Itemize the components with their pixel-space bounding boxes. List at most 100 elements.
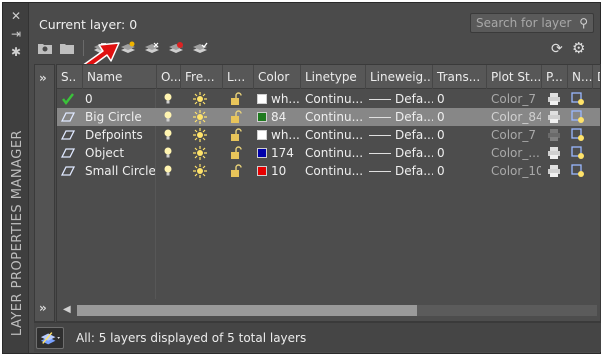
plot-style-value: Color_... <box>491 146 540 160</box>
printer-icon[interactable] <box>547 110 561 124</box>
lineweight-value[interactable]: Defa... <box>395 90 433 108</box>
set-current-icon[interactable] <box>192 41 208 55</box>
layer-name[interactable]: Small Circles <box>85 162 155 180</box>
sun-thawed-icon[interactable] <box>193 164 207 178</box>
unlocked-padlock-icon[interactable] <box>229 146 243 160</box>
color-swatch[interactable] <box>257 130 267 140</box>
layer-status-icon <box>60 164 76 178</box>
linetype-value[interactable]: Continu... <box>305 90 365 108</box>
unlocked-padlock-icon[interactable] <box>229 110 243 124</box>
refresh-icon[interactable]: ⟳ <box>551 41 563 57</box>
lineweight-value[interactable]: Defa... <box>395 126 433 144</box>
layer-row[interactable]: Small Circles 10 Continu... Defa... 0 Co… <box>57 162 600 180</box>
lightbulb-on-icon[interactable] <box>161 110 175 124</box>
expand-filter-chevron-icon[interactable]: » <box>39 71 47 85</box>
column-lineweight[interactable]: Lineweig... <box>366 65 433 89</box>
transparency-value[interactable]: 0 <box>437 108 477 126</box>
linetype-value[interactable]: Continu... <box>305 126 365 144</box>
layer-name[interactable]: Object <box>85 144 155 162</box>
transparency-value[interactable]: 0 <box>437 162 477 180</box>
color-swatch[interactable] <box>257 112 267 122</box>
printer-icon[interactable] <box>547 164 561 178</box>
new-vp-freeze-icon[interactable] <box>571 110 585 124</box>
column-on[interactable]: O... <box>157 65 181 89</box>
new-property-filter-icon[interactable] <box>37 41 53 55</box>
delete-layer-icon[interactable] <box>168 41 184 55</box>
search-input[interactable]: Search for layer ⚲ <box>470 13 594 33</box>
horizontal-scrollbar[interactable]: ◀ <box>57 299 600 321</box>
color-name: 84 <box>271 110 287 124</box>
lineweight-sample <box>369 153 391 154</box>
unlocked-padlock-icon[interactable] <box>229 92 243 106</box>
printer-icon[interactable] <box>547 146 561 160</box>
column-linetype[interactable]: Linetype <box>301 65 366 89</box>
palette-title-bar[interactable]: ✕ ⇥ ✱ LAYER PROPERTIES MANAGER <box>3 3 29 353</box>
plot-style-value: Color_7 <box>491 92 536 106</box>
column-freeze[interactable]: Fre... <box>181 65 223 89</box>
layer-row[interactable]: 0 wh... Continu... Defa... 0 Color_7 <box>57 90 600 108</box>
color-name: wh... <box>271 128 300 142</box>
scrollbar-thumb[interactable] <box>77 305 417 316</box>
settings-gear-icon[interactable]: ⚙ <box>572 39 585 57</box>
layer-list-grid: S.. Name O... Fre... L... Color Linetype… <box>56 64 601 322</box>
new-vp-freeze-icon[interactable] <box>571 128 585 142</box>
color-swatch[interactable] <box>257 148 267 158</box>
sun-thawed-icon[interactable] <box>193 110 207 124</box>
layer-name[interactable]: Defpoints <box>85 126 155 144</box>
scroll-left-arrow-icon[interactable]: ◀ <box>63 304 71 315</box>
expand-filter-chevron-bottom-icon[interactable]: » <box>39 301 47 315</box>
filter-tree-pane: » » <box>34 64 55 322</box>
properties-icon[interactable]: ✱ <box>9 45 23 59</box>
sun-thawed-icon[interactable] <box>193 92 207 106</box>
color-swatch[interactable] <box>257 166 267 176</box>
auto-hide-icon[interactable]: ⇥ <box>9 27 23 41</box>
transparency-value[interactable]: 0 <box>437 90 477 108</box>
printer-icon[interactable] <box>547 92 561 106</box>
lineweight-sample <box>369 99 391 100</box>
lightbulb-on-icon[interactable] <box>161 146 175 160</box>
layer-status-icon <box>60 146 76 160</box>
column-new-vp-freeze[interactable]: N... <box>568 65 593 89</box>
color-name: 10 <box>271 164 287 178</box>
column-name[interactable]: Name <box>83 65 157 89</box>
invert-filter-button[interactable] <box>36 327 64 349</box>
column-plot[interactable]: P... <box>542 65 568 89</box>
linetype-value[interactable]: Continu... <box>305 162 365 180</box>
transparency-value[interactable]: 0 <box>437 126 477 144</box>
column-description[interactable]: D <box>593 65 600 89</box>
sun-thawed-icon[interactable] <box>193 146 207 160</box>
layer-row[interactable]: Defpoints wh... Continu... Defa... 0 Col… <box>57 126 600 144</box>
new-layer-vp-frozen-icon[interactable] <box>144 41 160 55</box>
lineweight-value[interactable]: Defa... <box>395 108 433 126</box>
linetype-value[interactable]: Continu... <box>305 108 365 126</box>
new-vp-freeze-icon[interactable] <box>571 146 585 160</box>
layer-name[interactable]: Big Circle <box>85 108 155 126</box>
color-swatch[interactable] <box>257 94 267 104</box>
layer-row[interactable]: Object 174 Continu... Defa... 0 Color_..… <box>57 144 600 162</box>
sun-thawed-icon[interactable] <box>193 128 207 142</box>
lineweight-sample <box>369 171 391 172</box>
close-icon[interactable]: ✕ <box>9 9 23 23</box>
lineweight-value[interactable]: Defa... <box>395 162 433 180</box>
lightbulb-on-icon[interactable] <box>161 164 175 178</box>
layer-row-selected[interactable]: Big Circle 84 Continu... Defa... 0 Color… <box>57 108 600 126</box>
unlocked-padlock-icon[interactable] <box>229 128 243 142</box>
no-plot-printer-icon[interactable] <box>547 128 561 142</box>
palette-title: LAYER PROPERTIES MANAGER <box>10 129 25 337</box>
unlocked-padlock-icon[interactable] <box>229 164 243 178</box>
lightbulb-on-icon[interactable] <box>161 128 175 142</box>
lineweight-sample <box>369 117 391 118</box>
new-vp-freeze-icon[interactable] <box>571 164 585 178</box>
lineweight-value[interactable]: Defa... <box>395 144 433 162</box>
column-color[interactable]: Color <box>254 65 301 89</box>
transparency-value[interactable]: 0 <box>437 144 477 162</box>
column-lock[interactable]: L... <box>223 65 254 89</box>
column-transparency[interactable]: Trans... <box>433 65 487 89</box>
column-plot-style[interactable]: Plot St... <box>487 65 542 89</box>
column-status[interactable]: S.. <box>57 65 83 89</box>
lightbulb-on-icon[interactable] <box>161 92 175 106</box>
linetype-value[interactable]: Continu... <box>305 144 365 162</box>
layer-name[interactable]: 0 <box>85 90 155 108</box>
new-vp-freeze-icon[interactable] <box>571 92 585 106</box>
scrollbar-track[interactable] <box>77 305 597 316</box>
